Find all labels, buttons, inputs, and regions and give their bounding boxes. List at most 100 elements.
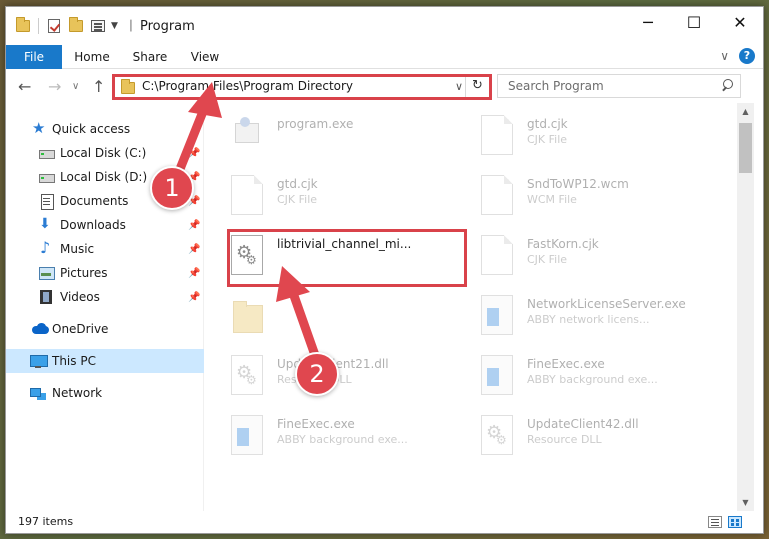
properties-icon[interactable] [89, 17, 107, 35]
tab-share[interactable]: Share [124, 45, 176, 69]
sidebar-item-onedrive[interactable]: OneDrive [6, 317, 204, 341]
sidebar-item-videos[interactable]: Videos 📌 [6, 285, 204, 309]
search-box[interactable]: Search Program [497, 74, 741, 98]
network-icon [30, 385, 46, 401]
sidebar-item-label: Local Disk (D:) [60, 170, 148, 184]
file-type: CJK File [277, 193, 318, 206]
file-name: NetworkLicenseServer.exe [527, 297, 686, 311]
sidebar-item-network[interactable]: Network [6, 381, 204, 405]
file-item[interactable]: program.exe [205, 111, 445, 163]
pin-icon[interactable]: 📌 [188, 292, 200, 303]
sidebar-item-pictures[interactable]: Pictures 📌 [6, 261, 204, 285]
pin-icon[interactable]: 📌 [188, 220, 200, 231]
file-name: FineExec.exe [277, 417, 355, 431]
sidebar-item-label: Quick access [52, 122, 131, 136]
sidebar-item-this-pc[interactable]: This PC [6, 349, 204, 373]
app-icon [481, 295, 513, 335]
drive-icon [38, 145, 55, 161]
tab-file[interactable]: File [6, 45, 62, 69]
videos-icon [38, 289, 54, 305]
title-separator: │ [127, 20, 134, 32]
details-view-icon[interactable] [708, 516, 722, 528]
recent-locations-icon[interactable]: ∨ [72, 81, 79, 92]
document-icon [481, 175, 513, 215]
toolbar-separator [38, 18, 39, 34]
app-icon [481, 355, 513, 395]
pin-icon[interactable]: 📌 [188, 268, 200, 279]
sidebar-item-downloads[interactable]: Downloads 📌 [6, 213, 204, 237]
exe-icon [231, 115, 263, 155]
sidebar-item-label: Downloads [60, 218, 126, 232]
refresh-button[interactable]: ↻ [465, 75, 489, 97]
sidebar-item-label: This PC [52, 354, 96, 368]
file-type: CJK File [527, 253, 568, 266]
properties-check-icon[interactable] [45, 17, 63, 35]
up-button[interactable]: ↑ [92, 77, 105, 96]
folder-icon[interactable] [14, 17, 32, 35]
tiles-view-icon[interactable] [728, 516, 742, 528]
sidebar-item-label: Music [60, 242, 95, 256]
step-badge-2: 2 [295, 352, 339, 396]
sidebar-item-label: Videos [60, 290, 100, 304]
dll-gear-icon [231, 355, 263, 395]
file-list: program.exe gtd.cjk CJK File gtd.cjk CJK… [205, 103, 736, 511]
file-type: CJK File [527, 133, 568, 146]
scroll-up-icon[interactable]: ▲ [737, 103, 754, 120]
file-name: FineExec.exe [527, 357, 605, 371]
file-item[interactable]: SndToWP12.wcm WCM File [455, 171, 695, 223]
file-type: ABBY network licens... [527, 313, 650, 326]
file-name: SndToWP12.wcm [527, 177, 629, 191]
sidebar-item-music[interactable]: Music 📌 [6, 237, 204, 261]
file-item[interactable]: FineExec.exe ABBY background exe... [205, 411, 445, 463]
file-name: gtd.cjk [527, 117, 568, 131]
file-item[interactable]: FineExec.exe ABBY background exe... [455, 351, 695, 403]
address-path[interactable]: C:\Program Files\Program Directory [142, 79, 353, 93]
title-bar: ▼ │ Program ─ ☐ ✕ [6, 7, 763, 45]
folder-item[interactable] [205, 291, 445, 343]
explorer-window: ▼ │ Program ─ ☐ ✕ File Home Share View ∨… [5, 6, 764, 534]
maximize-button[interactable]: ☐ [671, 7, 717, 37]
tab-view[interactable]: View [182, 45, 228, 69]
window-controls: ─ ☐ ✕ [625, 7, 763, 37]
file-item[interactable]: gtd.cjk CJK File [455, 111, 695, 163]
address-bar[interactable]: C:\Program Files\Program Directory ∨ ↻ [112, 74, 490, 98]
ribbon-tabs: File Home Share View ∨ ? [6, 45, 763, 69]
window-title: Program [139, 18, 195, 34]
forward-button[interactable]: → [48, 77, 61, 96]
customize-toolbar-dropdown-icon[interactable]: ▼ [111, 21, 118, 31]
drive-icon [38, 169, 55, 185]
file-item-selected-dll[interactable]: libtrivial_channel_mi... [205, 231, 445, 283]
file-type: WCM File [527, 193, 577, 206]
file-item[interactable]: NetworkLicenseServer.exe ABBY network li… [455, 291, 695, 343]
tab-home[interactable]: Home [66, 45, 118, 69]
back-button[interactable]: ← [18, 77, 31, 96]
expand-ribbon-icon[interactable]: ∨ [720, 49, 729, 63]
close-button[interactable]: ✕ [717, 7, 763, 37]
sidebar-item-label: Pictures [60, 266, 108, 280]
sidebar-item-quick-access[interactable]: Quick access [6, 117, 204, 141]
document-icon [231, 175, 263, 215]
address-dropdown-icon[interactable]: ∨ [455, 80, 463, 93]
search-icon[interactable] [720, 79, 734, 93]
sidebar-item-label: OneDrive [52, 322, 109, 336]
sidebar-item-local-disk-c[interactable]: Local Disk (C:) 📌 [6, 141, 204, 165]
pin-icon[interactable]: 📌 [188, 148, 200, 159]
vertical-scrollbar[interactable]: ▲ ▼ [737, 103, 754, 511]
status-bar: 197 items [6, 511, 763, 533]
minimize-button[interactable]: ─ [625, 7, 671, 37]
onedrive-icon [32, 321, 49, 337]
documents-icon [38, 193, 54, 210]
file-name: program.exe [277, 117, 354, 131]
pictures-icon [38, 265, 55, 281]
scroll-thumb[interactable] [739, 123, 752, 173]
file-type: ABBY background exe... [277, 433, 408, 446]
file-item[interactable]: UpdateClient42.dll Resource DLL [455, 411, 695, 463]
help-icon[interactable]: ? [739, 48, 755, 64]
file-type: ABBY background exe... [527, 373, 658, 386]
search-input[interactable]: Search Program [508, 79, 604, 93]
new-folder-icon[interactable] [67, 17, 85, 35]
file-item[interactable]: FastKorn.cjk CJK File [455, 231, 695, 283]
scroll-down-icon[interactable]: ▼ [737, 494, 754, 511]
file-item[interactable]: gtd.cjk CJK File [205, 171, 445, 223]
pin-icon[interactable]: 📌 [188, 244, 200, 255]
